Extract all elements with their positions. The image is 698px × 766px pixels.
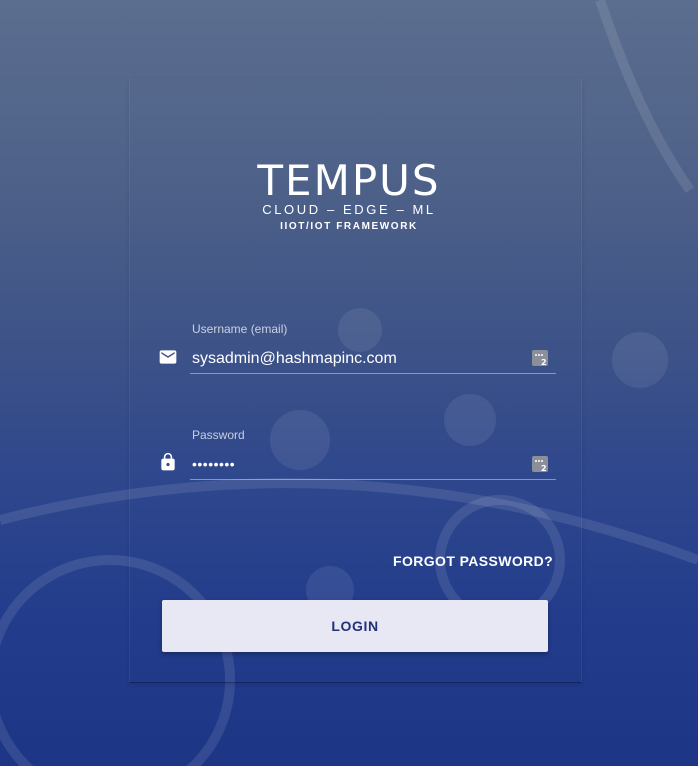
mail-icon	[159, 350, 177, 364]
logo-tagline: IIOT/IOT FRAMEWORK	[280, 221, 418, 232]
logo-subtitle: CLOUD – EDGE – ML	[262, 202, 436, 217]
username-underline	[190, 373, 556, 374]
logo-title: TEMPUS	[257, 156, 441, 205]
username-label: Username (email)	[192, 322, 288, 336]
password-input[interactable]: ••••••••	[192, 454, 532, 478]
autofill-keypad-icon[interactable]: 2	[532, 350, 550, 368]
username-input[interactable]	[192, 347, 532, 371]
svg-text:2: 2	[541, 464, 547, 473]
password-label: Password	[192, 428, 245, 442]
password-underline	[190, 479, 556, 480]
login-button[interactable]: LOGIN	[162, 600, 548, 652]
forgot-password-link[interactable]: FORGOT PASSWORD?	[393, 553, 553, 569]
autofill-keypad-icon[interactable]: 2	[532, 456, 550, 474]
svg-text:2: 2	[541, 358, 547, 367]
lock-icon	[161, 452, 175, 471]
